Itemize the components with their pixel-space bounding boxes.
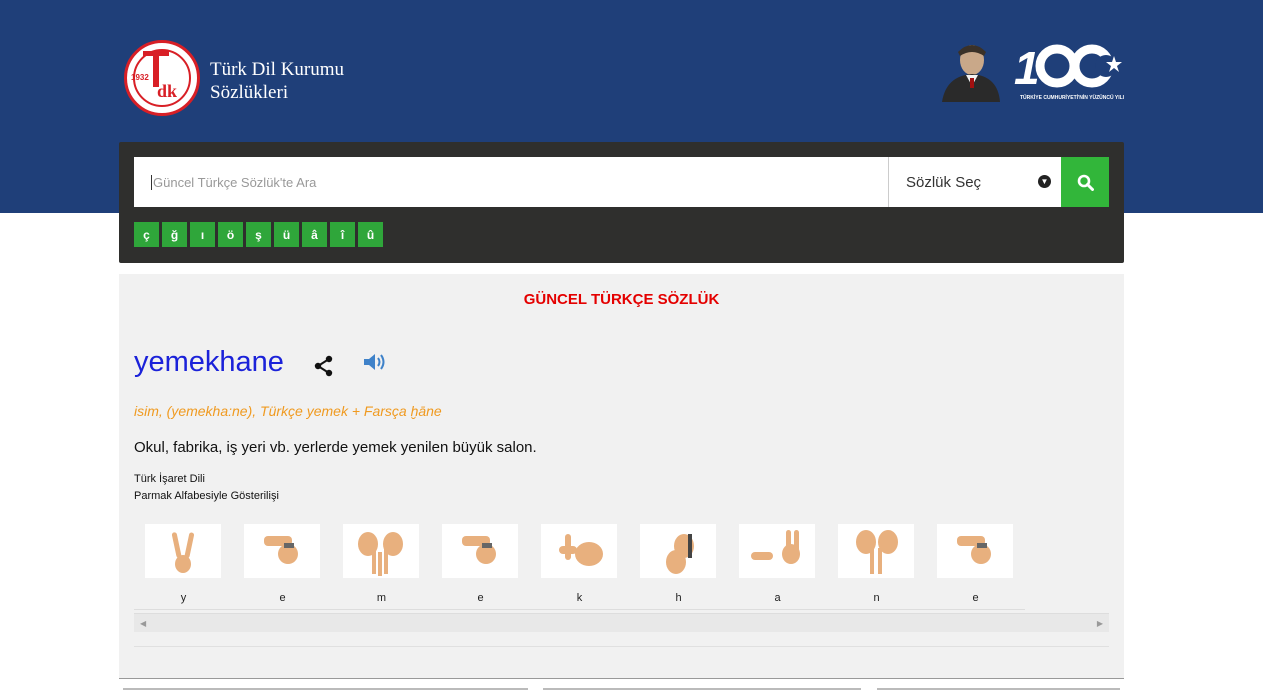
text-caret: [151, 174, 152, 190]
char-key-c-cedilla[interactable]: ç: [134, 222, 159, 247]
fingerspelling-cell: k: [530, 522, 629, 610]
portrait-image: [942, 45, 1000, 102]
hand-sign-image: [343, 524, 419, 578]
hand-sign-letter: e: [279, 592, 286, 604]
hand-sign-letter: h: [675, 592, 682, 604]
char-key-dotless-i[interactable]: ı: [190, 222, 215, 247]
brand-line-1: Türk Dil Kurumu: [210, 59, 345, 80]
search-icon: [1077, 174, 1094, 191]
chevron-down-icon: ▼: [1038, 175, 1051, 188]
fingerspelling-cell: h: [629, 522, 728, 610]
search-button[interactable]: [1061, 157, 1109, 207]
hand-sign-image: [442, 524, 518, 578]
horizontal-scrollbar[interactable]: ◀ ▶: [134, 613, 1109, 632]
brand-line-2: Sözlükleri: [210, 82, 289, 103]
fingerspelling-cell: m: [332, 522, 431, 610]
char-key-o-umlaut[interactable]: ö: [218, 222, 243, 247]
hand-sign-letter: e: [972, 592, 979, 604]
hand-sign-letter: e: [477, 592, 484, 604]
hand-sign-image: [541, 524, 617, 578]
dictionary-select-label: Sözlük Seç: [906, 173, 982, 191]
hand-sign-letter: a: [774, 592, 781, 604]
sign-language-sub: Parmak Alfabesiyle Gösterilişi: [134, 490, 279, 502]
brand-title[interactable]: Türk Dil Kurumu Sözlükleri: [210, 58, 344, 104]
char-key-s-cedilla[interactable]: ş: [246, 222, 271, 247]
fingerspelling-cell: e: [431, 522, 530, 610]
hand-sign-letter: k: [576, 592, 583, 604]
fingerspelling-cell: n: [827, 522, 926, 610]
hand-sign-image: [739, 524, 815, 578]
tdk-logo[interactable]: 1932 dk: [124, 40, 200, 116]
definition: Okul, fabrika, iş yeri vb. yerlerde yeme…: [134, 439, 537, 456]
headword: yemekhane: [134, 346, 284, 378]
fingerspelling-strip: yemekhane: [134, 522, 1025, 610]
hand-sign-image: [145, 524, 221, 578]
scroll-left-arrow-icon[interactable]: ◀: [140, 619, 146, 628]
scroll-right-arrow-icon[interactable]: ▶: [1097, 619, 1103, 628]
fingerspelling-cell: y: [134, 522, 233, 610]
hand-sign-letter: y: [180, 592, 187, 604]
hand-sign-image: [244, 524, 320, 578]
char-key-i-circumflex[interactable]: î: [330, 222, 355, 247]
search-input[interactable]: Güncel Türkçe Sözlük'te Ara: [134, 157, 889, 207]
char-key-u-umlaut[interactable]: ü: [274, 222, 299, 247]
speaker-icon[interactable]: [362, 351, 388, 373]
char-key-u-circumflex[interactable]: û: [358, 222, 383, 247]
hand-sign-image: [937, 524, 1013, 578]
search-panel: Güncel Türkçe Sözlük'te Ara Sözlük Seç ▼…: [119, 142, 1124, 263]
search-placeholder: Güncel Türkçe Sözlük'te Ara: [153, 174, 317, 190]
anniversary-100-logo: 1 TÜRKİYE CUMHURİYETİ'NİN YÜZÜNCÜ YILI: [1014, 42, 1125, 101]
fingerspelling-cell: e: [926, 522, 1025, 610]
special-char-keys: ç ğ ı ö ş ü â î û: [134, 222, 383, 247]
fingerspelling-cell: a: [728, 522, 827, 610]
share-icon[interactable]: [312, 354, 336, 378]
result-panel: GÜNCEL TÜRKÇE SÖZLÜK yemekhane isim, (ye…: [119, 274, 1124, 679]
dictionary-title: GÜNCEL TÜRKÇE SÖZLÜK: [523, 291, 720, 308]
fingerspelling-cell: e: [233, 522, 332, 610]
logo-letters: dk: [157, 81, 178, 101]
anniversary-tagline: TÜRKİYE CUMHURİYETİ'NİN YÜZÜNCÜ YILI: [1020, 94, 1125, 101]
char-key-g-breve[interactable]: ğ: [162, 222, 187, 247]
hand-sign-image: [640, 524, 716, 578]
hand-sign-letter: m: [376, 592, 387, 604]
dictionary-select[interactable]: Sözlük Seç ▼: [888, 157, 1061, 207]
char-key-a-circumflex[interactable]: â: [302, 222, 327, 247]
word-meta: isim, (yemekha:ne), Türkçe yemek + Farsç…: [134, 403, 442, 419]
logo-year: 1932: [131, 73, 149, 82]
hand-sign-image: [838, 524, 914, 578]
hand-sign-letter: n: [873, 592, 880, 604]
divider: [134, 646, 1109, 647]
sign-language-label: Türk İşaret Dili: [134, 473, 205, 485]
